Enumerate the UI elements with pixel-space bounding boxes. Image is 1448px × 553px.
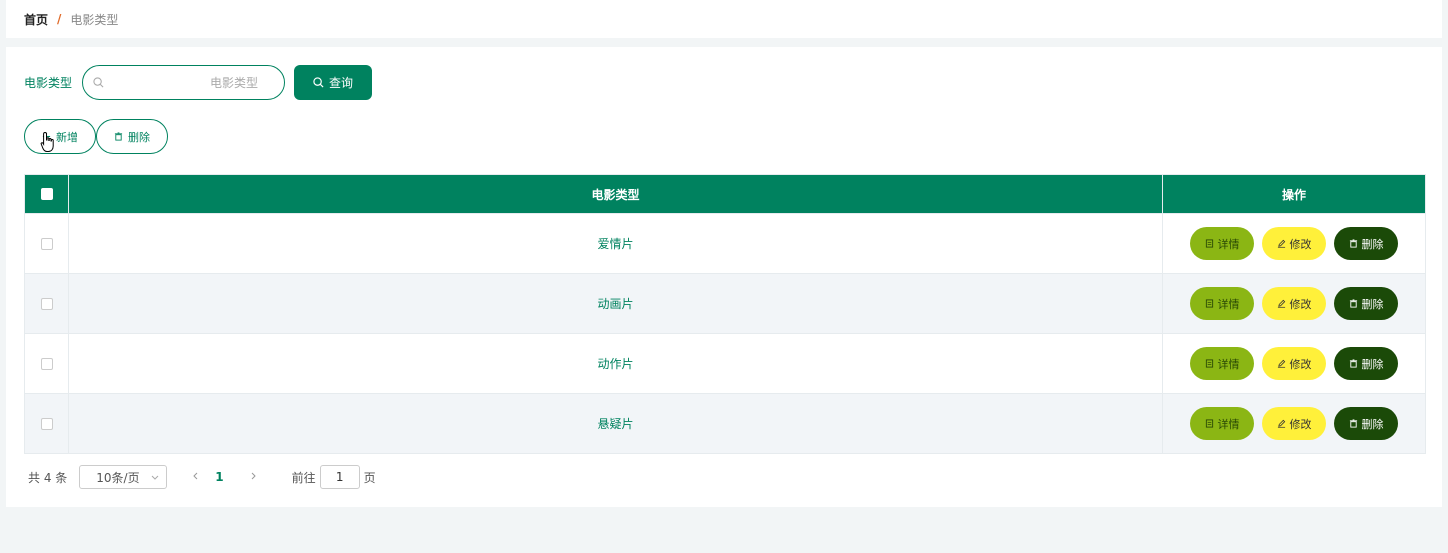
detail-button[interactable]: 详情	[1190, 227, 1254, 260]
table-row: 悬疑片 详情 修改 删除	[25, 393, 1425, 453]
detail-button-label: 详情	[1217, 297, 1240, 311]
table-row: 动画片 详情 修改 删除	[25, 273, 1425, 333]
delete-button[interactable]: 删除	[1334, 347, 1398, 380]
edit-button-label: 修改	[1289, 417, 1312, 431]
document-icon	[1205, 239, 1213, 248]
breadcrumb-separator: /	[57, 12, 62, 26]
page-size-select[interactable]: 10条/页	[79, 465, 168, 489]
add-button-label: 新增	[56, 130, 78, 144]
row-ops-cell: 详情 修改 删除	[1163, 274, 1425, 333]
delete-button-label: 删除	[1361, 417, 1384, 431]
edit-button-label: 修改	[1289, 297, 1312, 311]
prev-page-button[interactable]	[191, 470, 201, 484]
detail-button[interactable]: 详情	[1190, 347, 1254, 380]
bulk-delete-button-label: 删除	[128, 130, 150, 144]
query-button[interactable]: 查询	[294, 65, 373, 100]
page-size-value: 10条/页	[96, 470, 140, 485]
detail-button-label: 详情	[1217, 417, 1240, 431]
header-checkbox-cell	[25, 175, 69, 213]
row-checkbox[interactable]	[40, 297, 53, 310]
delete-button[interactable]: 删除	[1334, 227, 1398, 260]
edit-button[interactable]: 修改	[1262, 347, 1326, 380]
add-button[interactable]: 新增	[24, 119, 96, 154]
row-ops-cell: 详情 修改 删除	[1163, 394, 1425, 453]
edit-button[interactable]: 修改	[1262, 407, 1326, 440]
detail-button[interactable]: 详情	[1190, 287, 1254, 320]
row-checkbox[interactable]	[40, 237, 53, 250]
table-header: 电影类型 操作	[25, 175, 1425, 213]
search-row: 电影类型 查询	[24, 65, 373, 100]
row-type: 动画片	[597, 297, 634, 311]
select-all-checkbox[interactable]	[40, 188, 53, 200]
row-checkbox-cell	[25, 214, 69, 273]
chevron-left-icon	[193, 472, 198, 480]
edit-button-label: 修改	[1289, 357, 1312, 371]
row-type: 爱情片	[597, 237, 634, 251]
row-checkbox-cell	[25, 274, 69, 333]
delete-button[interactable]: 删除	[1334, 407, 1398, 440]
trash-icon	[1349, 299, 1357, 308]
edit-button-label: 修改	[1289, 237, 1312, 251]
data-table: 电影类型 操作 爱情片 详情 修改 删除 动画片 详情 修改 删除 动作片 详情…	[24, 174, 1426, 454]
row-ops-cell: 详情 修改 删除	[1163, 334, 1425, 393]
search-input[interactable]	[104, 75, 273, 90]
breadcrumb-home[interactable]: 首页	[24, 11, 48, 28]
trash-icon	[1349, 359, 1357, 368]
trash-icon	[114, 132, 123, 141]
table-row: 动作片 详情 修改 删除	[25, 333, 1425, 393]
document-icon	[1205, 359, 1213, 368]
page-suffix: 页	[363, 470, 376, 485]
table-row: 爱情片 详情 修改 删除	[25, 213, 1425, 273]
delete-button-label: 删除	[1361, 357, 1384, 371]
goto-page-input[interactable]	[319, 465, 360, 489]
document-icon	[1205, 419, 1213, 428]
document-icon	[1205, 299, 1213, 308]
row-type-cell: 动画片	[69, 274, 1163, 333]
delete-button[interactable]: 删除	[1334, 287, 1398, 320]
edit-button[interactable]: 修改	[1262, 287, 1326, 320]
detail-button[interactable]: 详情	[1190, 407, 1254, 440]
row-checkbox-cell	[25, 334, 69, 393]
detail-button-label: 详情	[1217, 357, 1240, 371]
hand-cursor-icon	[40, 131, 54, 152]
pagination-total: 共 4 条	[28, 470, 68, 485]
pagination: 共 4 条 10条/页 1 前往 页	[28, 465, 376, 489]
pencil-icon	[1277, 419, 1285, 428]
search-icon	[93, 77, 104, 88]
delete-button-label: 删除	[1361, 237, 1384, 251]
row-type-cell: 爱情片	[69, 214, 1163, 273]
row-checkbox[interactable]	[40, 417, 53, 430]
pencil-icon	[1277, 299, 1285, 308]
header-ops: 操作	[1281, 187, 1306, 202]
next-page-button[interactable]	[248, 470, 258, 484]
header-type: 电影类型	[69, 175, 1163, 213]
delete-button-label: 删除	[1361, 297, 1384, 311]
row-checkbox[interactable]	[40, 357, 53, 370]
row-ops-cell: 详情 修改 删除	[1163, 214, 1425, 273]
pencil-icon	[1277, 239, 1285, 248]
row-type: 动作片	[597, 357, 634, 371]
breadcrumb: 首页 / 电影类型	[6, 0, 1442, 38]
row-checkbox-cell	[25, 394, 69, 453]
bulk-delete-button[interactable]: 删除	[96, 119, 168, 154]
trash-icon	[1349, 419, 1357, 428]
goto-label: 前往	[291, 470, 316, 485]
chevron-down-icon	[151, 475, 159, 480]
search-icon	[313, 77, 324, 88]
main-card: 电影类型 查询 新增	[6, 47, 1442, 507]
search-box[interactable]	[82, 65, 286, 100]
chevron-right-icon	[251, 472, 256, 480]
edit-button[interactable]: 修改	[1262, 227, 1326, 260]
breadcrumb-current: 电影类型	[70, 12, 119, 27]
query-button-label: 查询	[329, 76, 354, 90]
row-type-cell: 动作片	[69, 334, 1163, 393]
search-label: 电影类型	[24, 76, 73, 90]
page-number-current[interactable]: 1	[215, 470, 223, 484]
row-type: 悬疑片	[597, 417, 634, 431]
row-type-cell: 悬疑片	[69, 394, 1163, 453]
pencil-icon	[1277, 359, 1285, 368]
trash-icon	[1349, 239, 1357, 248]
detail-button-label: 详情	[1217, 237, 1240, 251]
